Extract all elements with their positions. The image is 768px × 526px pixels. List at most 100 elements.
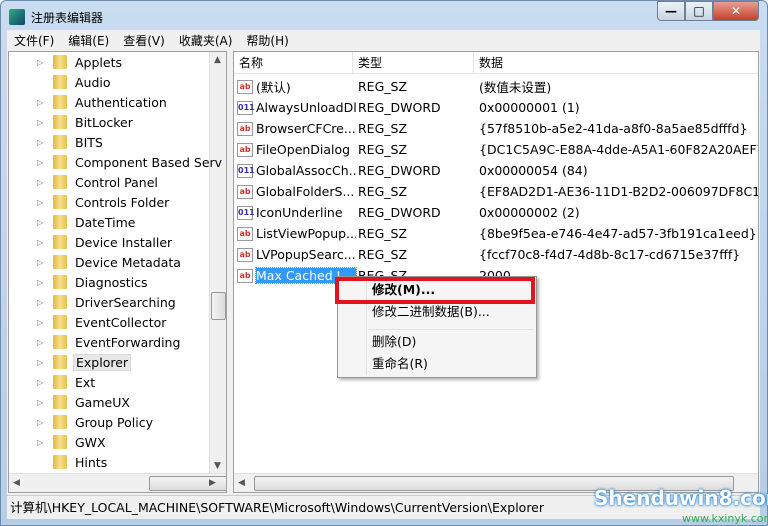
table-row[interactable]: 011 GlobalAssocCh... REG_DWORD 0x00000054 (… [234,160,758,181]
value-name: (默认) [256,80,291,95]
tree-vertical-scrollbar[interactable]: ▲ ▼ [209,52,226,474]
tree-item[interactable]: ▷ Device Metadata [37,252,183,272]
menu-edit[interactable]: 编辑(E) [61,32,116,49]
folder-icon [53,235,67,249]
folder-icon [53,295,67,309]
tree-item[interactable]: ▷ BitLocker [37,112,135,132]
table-row[interactable]: 011 IconUnderline REG_DWORD 0x00000002 (2) [234,202,758,223]
table-row[interactable]: ab (默认) REG_SZ (数值未设置) [234,76,758,97]
close-button[interactable]: ✕ [713,1,759,21]
expand-icon[interactable]: ▷ [37,138,47,147]
value-name: IconUnderline [256,205,343,220]
tree-item-label: Group Policy [75,414,153,430]
expand-icon[interactable]: ▷ [37,358,47,367]
expand-icon[interactable]: ▷ [37,118,47,127]
expand-icon[interactable]: ▷ [37,198,47,207]
column-type[interactable]: 类型 [353,52,474,73]
tree-item[interactable]: ▷ Authentication [37,92,169,112]
tree-item[interactable]: Audio [37,72,113,92]
tree-item-label: DateTime [75,214,136,230]
tree-item[interactable]: ▷ BITS [37,132,105,152]
scroll-up-icon[interactable]: ▲ [214,55,221,65]
expand-icon[interactable]: ▷ [37,158,47,167]
folder-icon [53,435,67,449]
tree-item[interactable]: ▷ DateTime [37,212,137,232]
tree-item[interactable]: ▷ DriverSearching [37,292,178,312]
menu-help[interactable]: 帮助(H) [239,32,295,49]
table-row[interactable]: ab BrowserCFCre... REG_SZ {57f8510b-a5e2-41… [234,118,758,139]
menu-view[interactable]: 查看(V) [116,32,172,49]
value-data: {fccf70c8-f4d7-4d8b-8c17-cd6715e37fff} [479,247,741,262]
scroll-left-icon[interactable]: ◀ [238,478,245,488]
expand-icon[interactable]: ▷ [37,418,47,427]
expand-icon[interactable]: ▷ [37,398,47,407]
tree-horizontal-scrollbar[interactable]: ◀ ▶ [9,473,226,492]
scroll-down-icon[interactable]: ▼ [214,461,221,471]
expand-icon[interactable]: ▷ [37,378,47,387]
minimize-button[interactable]: — [657,1,685,21]
table-row[interactable]: ab GlobalFolderS... REG_SZ {EF8AD2D1-AE36-1… [234,181,758,202]
expand-icon[interactable]: ▷ [37,98,47,107]
binary-value-icon: 011 [237,100,255,115]
tree-item[interactable]: ▷ EventCollector [37,312,168,332]
expand-icon[interactable]: ▷ [37,178,47,187]
scroll-left-icon[interactable]: ◀ [13,478,20,488]
tree-item[interactable]: ▷ GWX [37,432,108,452]
value-data: 0x00000001 (1) [479,100,580,115]
maximize-button[interactable]: □ [685,1,713,21]
value-name: GlobalFolderS... [256,184,355,199]
value-type: REG_DWORD [358,163,441,178]
tree-item[interactable]: ▷ Control Panel [37,172,160,192]
menu-file[interactable]: 文件(F) [7,32,61,49]
expand-icon[interactable]: ▷ [37,238,47,247]
tree-item-label: EventCollector [75,314,167,330]
table-row[interactable]: ab ListViewPopup... REG_SZ {8be9f5ea-e746-4… [234,223,758,244]
scroll-right-icon[interactable]: ▶ [209,478,216,488]
expand-icon[interactable]: ▷ [37,218,47,227]
expand-icon[interactable]: ▷ [37,58,47,67]
menu-item-modify-binary[interactable]: 修改二进制数据(B)... [372,301,490,323]
tree-item[interactable]: ▷ GameUX [37,392,132,412]
tree-item[interactable]: ▷ Controls Folder [37,192,171,212]
value-data: 0x00000054 (84) [479,163,588,178]
column-data[interactable]: 数据 [474,52,758,73]
tree-item[interactable]: ▷ Device Installer [37,232,174,252]
tree-item[interactable]: ▷ Component Based Serv [37,152,224,172]
table-row[interactable]: ab LVPopupSearc... REG_SZ {fccf70c8-f4d7-4d… [234,244,758,265]
tree-item[interactable]: ▷ Explorer [37,352,132,372]
value-data: {8be9f5ea-e746-4e47-ad57-3fb191ca1eed} [479,226,757,241]
tree-item-label: Authentication [75,94,167,110]
expand-icon[interactable]: ▷ [37,338,47,347]
tree-item[interactable]: ▷ Applets [37,52,124,72]
value-name: GlobalAssocCh... [256,163,356,178]
folder-icon [53,335,67,349]
expand-icon[interactable]: ▷ [37,318,47,327]
table-row[interactable]: 011 AlwaysUnloadDll REG_DWORD 0x00000001 (1… [234,97,758,118]
string-value-icon: ab [237,268,253,283]
column-name[interactable]: 名称 [234,52,353,73]
folder-icon [53,195,67,209]
expand-icon[interactable]: ▷ [37,278,47,287]
title-bar: 注册表编辑器 [9,7,103,27]
folder-icon [53,115,67,129]
tree-item[interactable]: Hints [37,452,109,472]
expand-icon[interactable]: ▷ [37,438,47,447]
menu-item-rename[interactable]: 重命名(R) [372,353,428,375]
table-row[interactable]: ab FileOpenDialog REG_SZ {DC1C5A9C-E88A-4dd… [234,139,758,160]
menu-bar: 文件(F) 编辑(E) 查看(V) 收藏夹(A) 帮助(H) [7,30,760,50]
scroll-thumb[interactable] [211,292,226,320]
expand-icon[interactable]: ▷ [37,298,47,307]
string-value-icon: ab [237,142,253,157]
tree-item-label: Audio [75,74,111,90]
expand-icon[interactable]: ▷ [37,258,47,267]
tree-item[interactable]: ▷ Group Policy [37,412,155,432]
value-type: REG_SZ [358,184,408,199]
tree-item[interactable]: ▷ Ext [37,372,97,392]
tree-item-label: Applets [75,54,122,70]
tree-item[interactable]: ▷ Diagnostics [37,272,150,292]
menu-favorites[interactable]: 收藏夹(A) [172,32,240,49]
binary-value-icon: 011 [237,205,255,220]
value-type: REG_SZ [358,226,408,241]
menu-item-delete[interactable]: 删除(D) [372,331,416,353]
tree-item[interactable]: ▷ EventForwarding [37,332,182,352]
